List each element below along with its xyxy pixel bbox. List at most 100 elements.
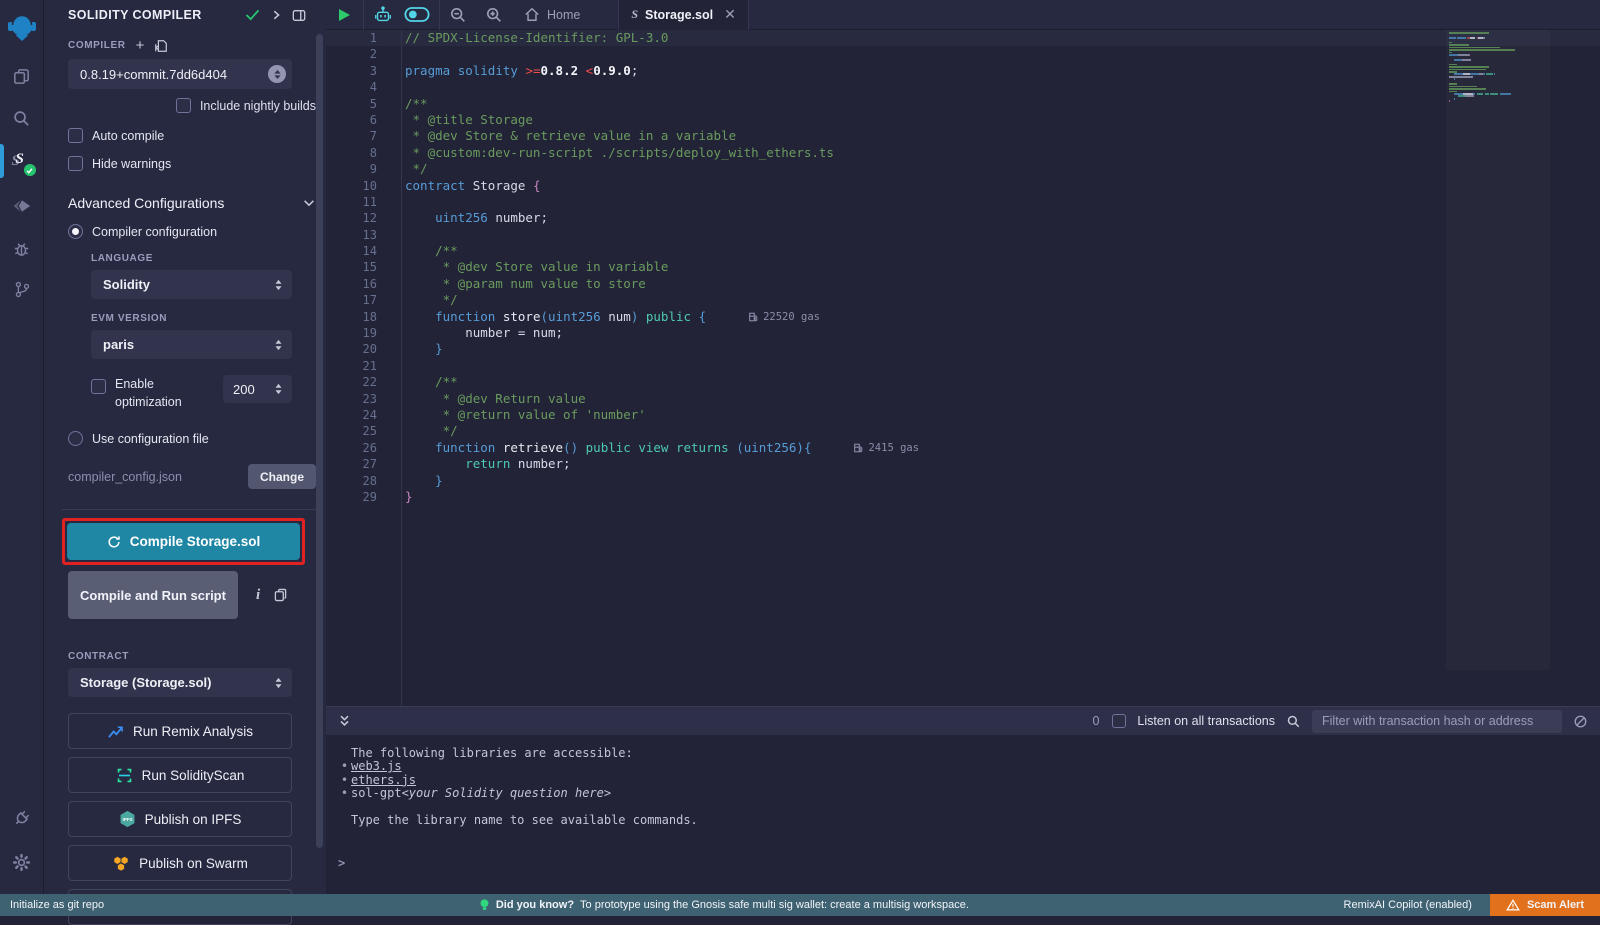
compiler-label: COMPILER [68, 40, 126, 51]
chevron-right-icon[interactable] [270, 9, 282, 21]
code-editor[interactable]: 1// SPDX-License-Identifier: GPL-3.023pr… [326, 30, 1600, 706]
terminal-output[interactable]: The following libraries are accessible: … [326, 735, 1600, 870]
run-script-button[interactable] [326, 0, 363, 30]
compiler-configuration-radio-row[interactable]: Compiler configuration [68, 224, 316, 239]
editor-line[interactable]: 11 [326, 194, 1600, 210]
pin-panel-icon[interactable] [292, 9, 306, 22]
include-nightly-checkbox-row[interactable]: Include nightly builds [68, 98, 316, 113]
add-compiler-icon[interactable]: + [136, 38, 145, 53]
editor-line[interactable]: 8 * @custom:dev-run-script ./scripts/dep… [326, 145, 1600, 161]
editor-line[interactable]: 19 number = num; [326, 325, 1600, 341]
editor-line[interactable]: 26 function retrieve() public view retur… [326, 440, 1600, 456]
publish-on-ipfs-button[interactable]: IPFSPublish on IPFS [68, 801, 292, 837]
search-icon [1286, 714, 1301, 729]
use-configuration-file-radio[interactable] [68, 431, 83, 446]
editor-line[interactable]: 7 * @dev Store & retrieve value in a var… [326, 128, 1600, 144]
minimap-slider [1446, 30, 1550, 670]
run-solidityscan-button[interactable]: Run SolidityScan [68, 757, 292, 793]
deploy-run-icon[interactable] [0, 188, 44, 224]
editor-line[interactable]: 1// SPDX-License-Identifier: GPL-3.0 [326, 30, 1600, 46]
zoom-out-button[interactable] [440, 0, 476, 30]
editor-line[interactable]: 22 /** [326, 374, 1600, 390]
editor-line[interactable]: 25 */ [326, 423, 1600, 439]
solidity-compiler-icon[interactable]: SS [0, 142, 44, 182]
editor-line[interactable]: 3pragma solidity >=0.8.2 <0.9.0; [326, 63, 1600, 79]
debugger-icon[interactable] [0, 230, 44, 266]
side-panel-scrollbar[interactable] [316, 34, 323, 848]
editor-line[interactable]: 29} [326, 489, 1600, 505]
transaction-filter-input[interactable] [1312, 710, 1562, 733]
editor-line[interactable]: 10contract Storage { [326, 178, 1600, 194]
contract-select[interactable]: Storage (Storage.sol) [68, 668, 292, 697]
swarm-icon [112, 855, 130, 872]
auto-compile-checkbox-row[interactable]: Auto compile [68, 128, 316, 143]
copy-icon[interactable] [274, 588, 287, 602]
remix-logo-icon[interactable] [0, 6, 44, 50]
editor-line[interactable]: 15 * @dev Store value in variable [326, 259, 1600, 275]
active-plugin-indicator [0, 144, 4, 178]
compiler-version-select[interactable]: 0.8.19+commit.7dd6d404 [68, 59, 292, 89]
change-config-button[interactable]: Change [248, 464, 316, 489]
publish-on-swarm-button[interactable]: Publish on Swarm [68, 845, 292, 881]
hide-warnings-checkbox[interactable] [68, 156, 83, 171]
close-tab-icon[interactable]: ✕ [724, 6, 736, 23]
hide-warnings-checkbox-row[interactable]: Hide warnings [68, 156, 316, 171]
listen-transactions-checkbox[interactable] [1112, 714, 1126, 728]
library-link[interactable]: web3.js [351, 760, 402, 773]
editor-line[interactable]: 18 function store(uint256 num) public {2… [326, 309, 1600, 325]
compiler-configuration-radio[interactable] [68, 224, 83, 239]
advanced-configurations-toggle[interactable]: Advanced Configurations [68, 195, 316, 211]
editor-line[interactable]: 9 */ [326, 161, 1600, 177]
editor-line[interactable]: 5/** [326, 96, 1600, 112]
include-nightly-checkbox[interactable] [176, 98, 191, 113]
copilot-toggle[interactable] [402, 0, 439, 30]
editor-line[interactable]: 4 [326, 79, 1600, 95]
remixai-copilot-button[interactable] [364, 0, 402, 30]
editor-line[interactable]: 23 * @dev Return value [326, 391, 1600, 407]
editor-line[interactable]: 21 [326, 358, 1600, 374]
use-configuration-file-radio-row[interactable]: Use configuration file [68, 431, 316, 446]
editor-line[interactable]: 16 * @param num value to store [326, 276, 1600, 292]
settings-gear-icon[interactable] [0, 844, 44, 880]
evm-version-select[interactable]: paris [91, 330, 292, 359]
compile-button[interactable]: Compile Storage.sol [67, 523, 300, 560]
expand-terminal-button[interactable] [334, 706, 355, 736]
file-explorer-icon[interactable] [0, 58, 44, 94]
editor-line[interactable]: 14 /** [326, 243, 1600, 259]
compile-and-run-button[interactable]: Compile and Run script [68, 571, 238, 619]
minimap[interactable] [1449, 32, 1545, 103]
init-git-repo-button[interactable]: Initialize as git repo [0, 899, 104, 911]
scam-alert-button[interactable]: Scam Alert [1490, 894, 1600, 916]
code-text: function retrieve() public view returns … [405, 440, 811, 456]
editor-line[interactable]: 6 * @title Storage [326, 112, 1600, 128]
run-remix-analysis-button[interactable]: Run Remix Analysis [68, 713, 292, 749]
code-text: /** [405, 374, 458, 390]
zoom-in-button[interactable] [476, 0, 512, 30]
info-icon[interactable]: i [256, 587, 260, 604]
select-arrows-icon [274, 279, 283, 291]
tab-home[interactable]: Home [512, 7, 592, 22]
terminal-prompt[interactable]: > [338, 857, 1600, 870]
clear-filter-icon[interactable] [1573, 714, 1588, 729]
line-number: 24 [326, 407, 377, 423]
editor-line[interactable]: 12 uint256 number; [326, 210, 1600, 226]
enable-optimization-checkbox[interactable] [91, 379, 106, 394]
editor-line[interactable]: 28 } [326, 473, 1600, 489]
language-select[interactable]: Solidity [91, 270, 292, 299]
terminal-library-item[interactable]: •web3.js [338, 760, 1600, 773]
editor-line[interactable]: 27 return number; [326, 456, 1600, 472]
terminal-library-item[interactable]: •ethers.js [338, 774, 1600, 787]
editor-line[interactable]: 20 } [326, 341, 1600, 357]
line-number: 27 [326, 456, 377, 472]
tab-storage-sol[interactable]: S Storage.sol ✕ [618, 0, 749, 30]
git-icon[interactable] [0, 271, 44, 307]
editor-line[interactable]: 17 */ [326, 292, 1600, 308]
plugin-manager-icon[interactable] [0, 800, 44, 836]
load-compiler-file-icon[interactable] [154, 39, 168, 53]
editor-line[interactable]: 13 [326, 227, 1600, 243]
editor-line[interactable]: 24 * @return value of 'number' [326, 407, 1600, 423]
auto-compile-checkbox[interactable] [68, 128, 83, 143]
library-link[interactable]: ethers.js [351, 774, 416, 787]
search-icon[interactable] [0, 100, 44, 136]
editor-line[interactable]: 2 [326, 46, 1600, 62]
